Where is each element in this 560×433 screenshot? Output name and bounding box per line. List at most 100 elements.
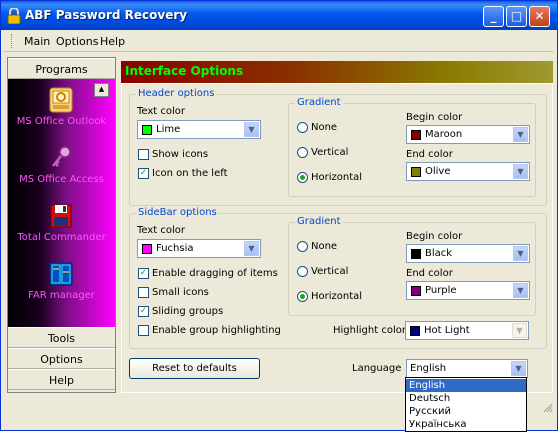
header-end-color-select[interactable]: Olive ▼ (406, 162, 530, 181)
sidebar-group-options[interactable]: Options (8, 348, 115, 369)
color-swatch (411, 130, 421, 140)
end-color-label: End color (406, 268, 453, 279)
radio-label: Horizontal (311, 172, 363, 183)
chevron-down-icon: ▼ (513, 164, 528, 179)
enable-dragging-checkbox[interactable]: ✓ (138, 268, 149, 279)
small-icons-label: Small icons (152, 287, 209, 298)
sidebar-gradient-horizontal-radio[interactable] (297, 291, 308, 302)
select-value: Fuchsia (156, 243, 194, 254)
sidebar-item-label: MS Office Outlook (16, 116, 107, 127)
sidebar-item-far-manager[interactable]: FAR manager (8, 261, 115, 311)
sliding-groups-label: Sliding groups (152, 306, 224, 317)
header-options-group: Header options Text color Lime ▼ Show ic… (129, 88, 547, 206)
select-value: Black (425, 248, 453, 259)
header-gradient-horizontal-radio[interactable] (297, 172, 308, 183)
menu-options[interactable]: Options (56, 35, 98, 48)
select-value: Hot Light (424, 325, 470, 336)
small-icons-checkbox[interactable] (138, 287, 149, 298)
language-option-ukrainian[interactable]: Українська (406, 418, 526, 431)
select-value: Purple (425, 285, 457, 296)
chevron-down-icon: ▼ (512, 323, 527, 338)
sidebar-group-tools[interactable]: Tools (8, 327, 115, 348)
color-swatch (411, 286, 421, 296)
outlook-icon (49, 87, 73, 113)
group-highlighting-checkbox[interactable] (138, 325, 149, 336)
sidebar-item-label: Total Commander (17, 232, 106, 243)
sliding-groups-checkbox[interactable]: ✓ (138, 306, 149, 317)
sidebar-item-outlook[interactable]: MS Office Outlook (8, 87, 115, 137)
header-gradient-group: Gradient None Vertical Horizontal Begin … (288, 97, 536, 197)
select-value: Olive (425, 166, 451, 177)
minimize-button[interactable]: _ (483, 6, 504, 27)
sidebar-item-access[interactable]: MS Office Access (8, 145, 115, 195)
highlight-color-select[interactable]: Hot Light ▼ (405, 321, 529, 340)
group-legend: Header options (136, 88, 217, 99)
color-swatch (142, 244, 152, 254)
language-option-deutsch[interactable]: Deutsch (406, 392, 526, 405)
resize-grip-icon[interactable] (543, 403, 553, 413)
far-icon (49, 262, 73, 286)
sidebar-item-label: MS Office Access (19, 174, 104, 185)
sidebar-item-label: FAR manager (28, 290, 95, 301)
sidebar-gradient-none-radio[interactable] (297, 241, 308, 252)
page-header: Interface Options (121, 61, 553, 83)
radio-dot (300, 294, 305, 299)
language-option-russian[interactable]: Русский (406, 405, 526, 418)
select-value: English (410, 363, 447, 374)
color-swatch (410, 326, 420, 336)
radio-dot (300, 175, 305, 180)
title-bar[interactable]: ABF Password Recovery _ □ ✕ (1, 1, 557, 30)
chevron-down-icon: ▼ (244, 241, 259, 256)
header-gradient-vertical-radio[interactable] (297, 147, 308, 158)
lock-app-icon (7, 8, 21, 24)
sidebar-begin-color-select[interactable]: Black ▼ (406, 244, 530, 263)
menu-bar: Main Options Help (4, 31, 554, 52)
group-legend: Gradient (295, 216, 343, 227)
end-color-label: End color (406, 149, 453, 160)
access-key-icon (52, 146, 71, 167)
language-label: Language (352, 363, 402, 374)
chevron-down-icon: ▼ (513, 246, 528, 261)
begin-color-label: Begin color (406, 231, 463, 242)
radio-label: None (311, 122, 338, 133)
chevron-down-icon: ▼ (511, 361, 526, 376)
menu-main[interactable]: Main (24, 35, 50, 48)
sidebar-programs-panel: ▲ MS Office Outlook MS Office Access Tot… (8, 79, 115, 327)
icon-left-label: Icon on the left (152, 168, 228, 179)
sidebar-group-help[interactable]: Help (8, 369, 115, 390)
highlight-color-label: Highlight color (333, 325, 406, 336)
menu-help[interactable]: Help (100, 35, 125, 48)
group-highlighting-label: Enable group highlighting (152, 325, 281, 336)
show-icons-checkbox[interactable] (138, 149, 149, 160)
sidebar-group-programs[interactable]: Programs (8, 58, 115, 79)
sidebar-item-total-commander[interactable]: Total Commander (8, 203, 115, 253)
sidebar-gradient-vertical-radio[interactable] (297, 266, 308, 277)
color-swatch (411, 249, 421, 259)
language-select[interactable]: English ▼ (406, 359, 528, 378)
icon-left-checkbox[interactable]: ✓ (138, 168, 149, 179)
show-icons-label: Show icons (152, 149, 209, 160)
begin-color-label: Begin color (406, 112, 463, 123)
sidebar-end-color-select[interactable]: Purple ▼ (406, 281, 530, 300)
chevron-down-icon: ▼ (513, 127, 528, 142)
sidebar-text-color-select[interactable]: Fuchsia ▼ (137, 239, 261, 258)
close-button[interactable]: ✕ (529, 6, 550, 27)
radio-label: Horizontal (311, 291, 363, 302)
sidebar-options-group: SideBar options Text color Fuchsia ▼ ✓ E… (129, 207, 547, 349)
enable-dragging-label: Enable dragging of items (152, 268, 278, 279)
group-legend: SideBar options (136, 207, 219, 218)
language-option-english[interactable]: English (406, 379, 526, 392)
color-swatch (411, 167, 421, 177)
text-color-label: Text color (137, 106, 186, 117)
menu-grip (11, 34, 15, 48)
header-begin-color-select[interactable]: Maroon ▼ (406, 125, 530, 144)
color-swatch (142, 125, 152, 135)
radio-label: Vertical (311, 147, 349, 158)
maximize-button[interactable]: □ (506, 6, 527, 27)
floppy-icon (50, 204, 72, 228)
reset-defaults-button[interactable]: Reset to defaults (129, 358, 260, 379)
sidebar-gradient-group: Gradient None Vertical Horizontal Begin … (288, 216, 536, 316)
header-gradient-none-radio[interactable] (297, 122, 308, 133)
text-color-label: Text color (137, 225, 186, 236)
header-text-color-select[interactable]: Lime ▼ (137, 120, 261, 139)
